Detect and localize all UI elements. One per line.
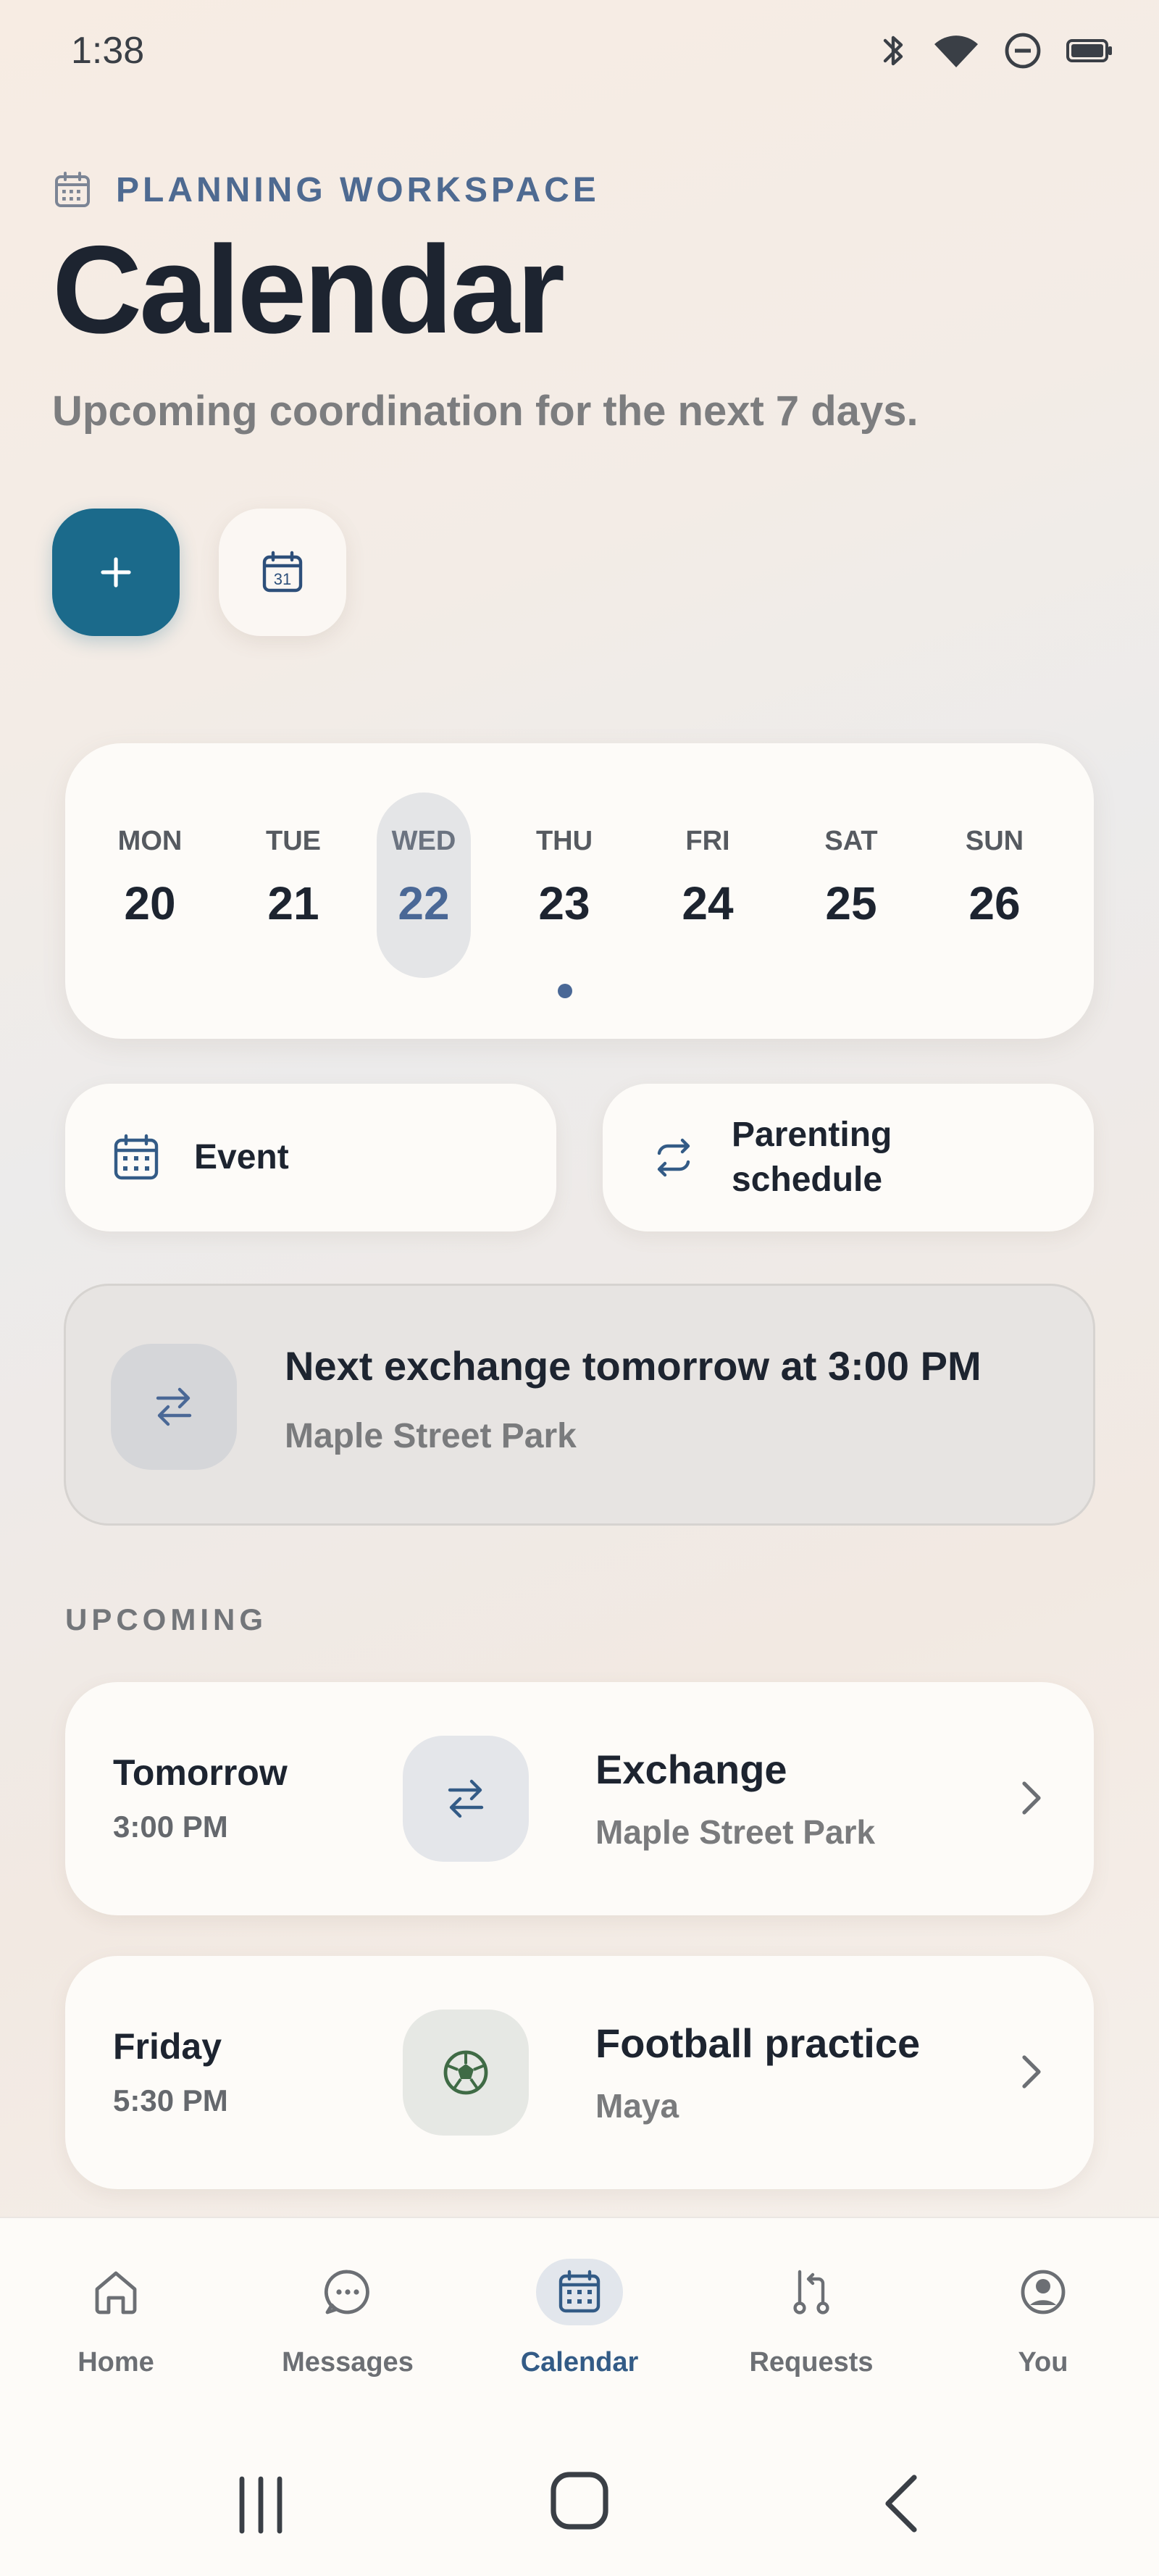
- calendar-31-icon: 31: [262, 551, 303, 593]
- item-time: 3:00 PM: [113, 1810, 228, 1844]
- nav-icon-wrap: [768, 2259, 855, 2325]
- chevron-right-icon: [1022, 1781, 1041, 1815]
- nav-you[interactable]: You: [956, 2259, 1130, 2404]
- day-sat[interactable]: SAT 25: [804, 793, 898, 978]
- eyebrow: PLANNING WORKSPACE: [52, 159, 1110, 220]
- swap-icon: [156, 1387, 192, 1426]
- nav-icon-wrap: [304, 2259, 391, 2325]
- event-indicator-dot: [558, 984, 572, 998]
- nav-requests[interactable]: Requests: [724, 2259, 898, 2404]
- item-subtitle: Maple Street Park: [595, 1813, 876, 1851]
- nav-calendar[interactable]: Calendar: [493, 2259, 666, 2404]
- day-number: 23: [538, 877, 590, 929]
- day-name: SAT: [824, 826, 878, 856]
- label-line-2: schedule: [732, 1161, 883, 1199]
- new-event-button[interactable]: Event: [65, 1084, 556, 1231]
- item-icon-tile: [403, 2010, 529, 2136]
- do-not-disturb-icon: [1005, 33, 1041, 69]
- day-name: SUN: [965, 826, 1024, 856]
- banner-location: Maple Street Park: [285, 1417, 577, 1455]
- pull-request-icon: [793, 2270, 829, 2314]
- parenting-schedule-label: Parenting schedule: [732, 1113, 892, 1203]
- upcoming-item[interactable]: Tomorrow 3:00 PM Exchange Maple Street P…: [65, 1682, 1094, 1915]
- day-number: 25: [825, 877, 877, 929]
- item-title: Exchange: [595, 1747, 787, 1792]
- eyebrow-label: PLANNING WORKSPACE: [116, 170, 600, 209]
- nav-icon-wrap: [72, 2259, 159, 2325]
- item-subtitle: Maya: [595, 2087, 679, 2125]
- day-name: TUE: [266, 826, 321, 856]
- chat-icon: [324, 2270, 369, 2314]
- item-icon-tile: [403, 1736, 529, 1862]
- day-fri[interactable]: FRI 24: [661, 793, 755, 978]
- plus-icon: [101, 557, 131, 587]
- day-name: THU: [535, 826, 593, 856]
- item-title: Football practice: [595, 2020, 921, 2066]
- week-strip: MON 20 TUE 21 WED 22 THU 23 FRI 24 SAT 2…: [65, 743, 1094, 1039]
- nav-label: Home: [78, 2347, 154, 2378]
- upcoming-item[interactable]: Friday 5:30 PM Football practice Maya: [65, 1956, 1094, 2189]
- day-thu[interactable]: THU 23: [517, 793, 611, 998]
- recent-apps-button[interactable]: [232, 2475, 290, 2535]
- day-wed-selected[interactable]: WED 22: [377, 793, 471, 978]
- item-day: Friday: [113, 2026, 222, 2067]
- day-sun[interactable]: SUN 26: [947, 793, 1042, 978]
- header-actions: 31: [52, 509, 346, 636]
- soccer-ball-icon: [443, 2050, 488, 2095]
- add-button[interactable]: [52, 509, 180, 636]
- calendar-icon: [114, 1134, 159, 1180]
- parenting-schedule-button[interactable]: Parenting schedule: [603, 1084, 1094, 1231]
- status-icons: [879, 30, 1113, 71]
- event-label: Event: [194, 1138, 289, 1176]
- battery-icon: [1066, 39, 1112, 62]
- day-number: 24: [682, 877, 734, 929]
- banner-title: Next exchange tomorrow at 3:00 PM: [285, 1343, 982, 1389]
- page-subtitle: Upcoming coordination for the next 7 day…: [52, 388, 919, 435]
- page-title: Calendar: [52, 220, 565, 359]
- today-button[interactable]: 31: [219, 509, 346, 636]
- nav-label: Messages: [282, 2347, 414, 2378]
- home-system-button[interactable]: [548, 2469, 611, 2533]
- day-number: 22: [398, 877, 450, 929]
- nav-messages[interactable]: Messages: [261, 2259, 435, 2404]
- day-number: 20: [124, 877, 176, 929]
- nav-icon-wrap: [1000, 2259, 1087, 2325]
- repeat-icon: [657, 1138, 690, 1177]
- day-name: MON: [117, 826, 183, 856]
- banner-icon-tile: [111, 1344, 237, 1470]
- status-bar: 1:38: [0, 0, 1159, 101]
- label-line-1: Parenting: [732, 1116, 892, 1154]
- page-header: PLANNING WORKSPACE Calendar Upcoming coo…: [52, 159, 1110, 435]
- bluetooth-icon: [883, 35, 903, 66]
- item-time: 5:30 PM: [113, 2083, 228, 2117]
- next-exchange-banner[interactable]: Next exchange tomorrow at 3:00 PM Maple …: [64, 1284, 1095, 1526]
- back-button[interactable]: [879, 2469, 923, 2538]
- day-mon[interactable]: MON 20: [103, 793, 197, 978]
- day-number: 21: [267, 877, 319, 929]
- nav-home[interactable]: Home: [29, 2259, 203, 2404]
- chevron-right-icon: [1022, 2055, 1041, 2088]
- day-name: FRI: [685, 826, 730, 856]
- svg-text:31: 31: [274, 570, 291, 588]
- day-tue[interactable]: TUE 21: [246, 793, 340, 978]
- user-icon: [1021, 2270, 1066, 2314]
- calendar-icon: [55, 172, 90, 207]
- nav-icon-wrap: [536, 2259, 623, 2325]
- section-label-upcoming: UPCOMING: [65, 1602, 267, 1636]
- day-number: 26: [968, 877, 1021, 929]
- day-name: WED: [391, 826, 456, 856]
- calendar-icon: [558, 2270, 601, 2313]
- status-time: 1:38: [71, 30, 145, 72]
- home-icon: [95, 2271, 137, 2314]
- nav-label: Calendar: [520, 2347, 639, 2378]
- swap-icon: [448, 1779, 484, 1818]
- nav-label: You: [1018, 2347, 1068, 2378]
- system-navigation: [0, 2449, 1159, 2550]
- wifi-icon: [934, 35, 978, 67]
- item-day: Tomorrow: [113, 1752, 288, 1793]
- nav-label: Requests: [749, 2347, 874, 2378]
